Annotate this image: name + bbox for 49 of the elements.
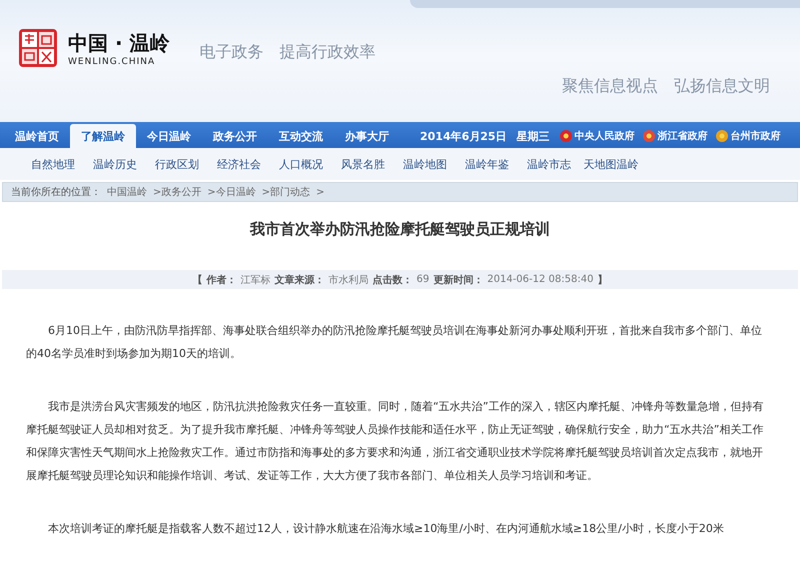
nav-tab[interactable]: 互动交流 bbox=[268, 124, 334, 148]
meta-value: 江军标 bbox=[240, 274, 271, 286]
emblem-icon bbox=[642, 130, 655, 142]
article-paragraph: 我市是洪涝台风灾害频发的地区，防汛抗洪抢险救灾任务一直较重。同时，随着“五水共治”工作的深入，辖区内摩托艇、冲锋舟等数量急增，但持有摩托艇驾驶证人员却相对贫乏。为了提升我市摩托艇、冲锋舟等驾驶人员操作技能和适任水平，防止无证驾驶，确保航行安全，助力“五水共治”相关工作和保障灾害性天气期间水上抢险救灾工作。通过市防指和海事处的多方要求和沟通，浙江省交通职业技术学院将摩托艇驾驶员培训首次定点我市，就地开展摩托艇驾驶员理论知识和能操作培训、考试、发证等工作，大大方便了我市各部门、单位相关人员学习培训和考证。 bbox=[26, 399, 764, 484]
breadcrumb-label: 当前你所在的位置： bbox=[11, 186, 101, 199]
sub-nav-link[interactable]: 天地图温岭 bbox=[580, 156, 642, 172]
meta-value: 69 bbox=[416, 274, 430, 285]
emblem-icon bbox=[716, 130, 728, 142]
sub-nav-link[interactable]: 人口概况 bbox=[270, 156, 332, 172]
sub-nav-link[interactable]: 温岭市志 bbox=[518, 156, 580, 172]
sub-nav-link[interactable]: 风景名胜 bbox=[332, 156, 394, 172]
meta-label: 文章来源： bbox=[274, 273, 325, 286]
breadcrumb-link[interactable]: >部门动态 bbox=[262, 185, 310, 199]
emblem-icon bbox=[560, 130, 572, 142]
breadcrumb-link[interactable]: > bbox=[316, 186, 325, 198]
article-paragraph: 6月10日上午，由防汛防旱指挥部、海事处联合组织举办的防汛抢险摩托艇驾驶员培训在海事处新河办事处顺利开班，首批来自我市多个部门、单位的40名学员准时到场参加为期10天的培训。 bbox=[26, 323, 763, 362]
sub-nav-link[interactable]: 温岭年鉴 bbox=[456, 156, 518, 172]
nav-tab[interactable]: 今日温岭 bbox=[136, 124, 202, 148]
meta-value: 市水利局 bbox=[328, 274, 369, 286]
bracket: 】 bbox=[597, 274, 608, 286]
slogan: 聚焦信息视点 弘扬信息文明 bbox=[562, 76, 770, 97]
site-subtitle: WENLING.CHINA bbox=[68, 56, 156, 66]
nav-tab[interactable]: 温岭首页 bbox=[4, 124, 70, 148]
meta-label: 点击数： bbox=[372, 274, 413, 286]
sub-nav-link[interactable]: 自然地理 bbox=[22, 156, 84, 172]
meta-value: 2014-06-12 08:58:40 bbox=[487, 274, 594, 285]
meta-label: 作者： bbox=[206, 274, 237, 286]
article-title: 我市首次举办防汛抢险摩托艇驾驶员正规培训 bbox=[248, 220, 551, 239]
sub-nav-link[interactable]: 经济社会 bbox=[208, 156, 270, 172]
breadcrumb-link[interactable]: >今日温岭 bbox=[207, 185, 256, 199]
breadcrumb-link[interactable]: 中国温岭 bbox=[107, 185, 147, 199]
slogan: 电子政务 提高行政效率 bbox=[200, 42, 376, 63]
date-text: 2014年6月25日 bbox=[420, 128, 507, 144]
article-paragraph: 本次培训考证的摩托艇是指载客人数不超过12人，设计静水航速在沿海水域≥10海里/小时、在内河通航水域≥18公里/小时，长度小于20米 bbox=[47, 521, 725, 537]
government-link[interactable]: 台州市政府 bbox=[730, 129, 781, 143]
sub-nav-link[interactable]: 行政区划 bbox=[146, 156, 208, 172]
seal-logo-icon bbox=[18, 28, 58, 68]
nav-tab[interactable]: 了解温岭 bbox=[70, 124, 136, 148]
weekday-text: 星期三 bbox=[516, 128, 550, 144]
bracket: 【 bbox=[192, 274, 203, 286]
nav-tab[interactable]: 办事大厅 bbox=[334, 124, 400, 148]
government-link[interactable]: 中央人民政府 bbox=[574, 129, 635, 143]
breadcrumb-link[interactable]: >政务公开 bbox=[153, 185, 202, 199]
site-title: 中国 · 温岭 bbox=[68, 30, 170, 56]
sub-nav-link[interactable]: 温岭地图 bbox=[394, 156, 456, 172]
meta-label: 更新时间： bbox=[433, 273, 484, 286]
sub-nav-link[interactable]: 温岭历史 bbox=[84, 156, 146, 172]
nav-tab[interactable]: 政务公开 bbox=[202, 124, 268, 148]
government-link[interactable]: 浙江省政府 bbox=[658, 129, 708, 143]
